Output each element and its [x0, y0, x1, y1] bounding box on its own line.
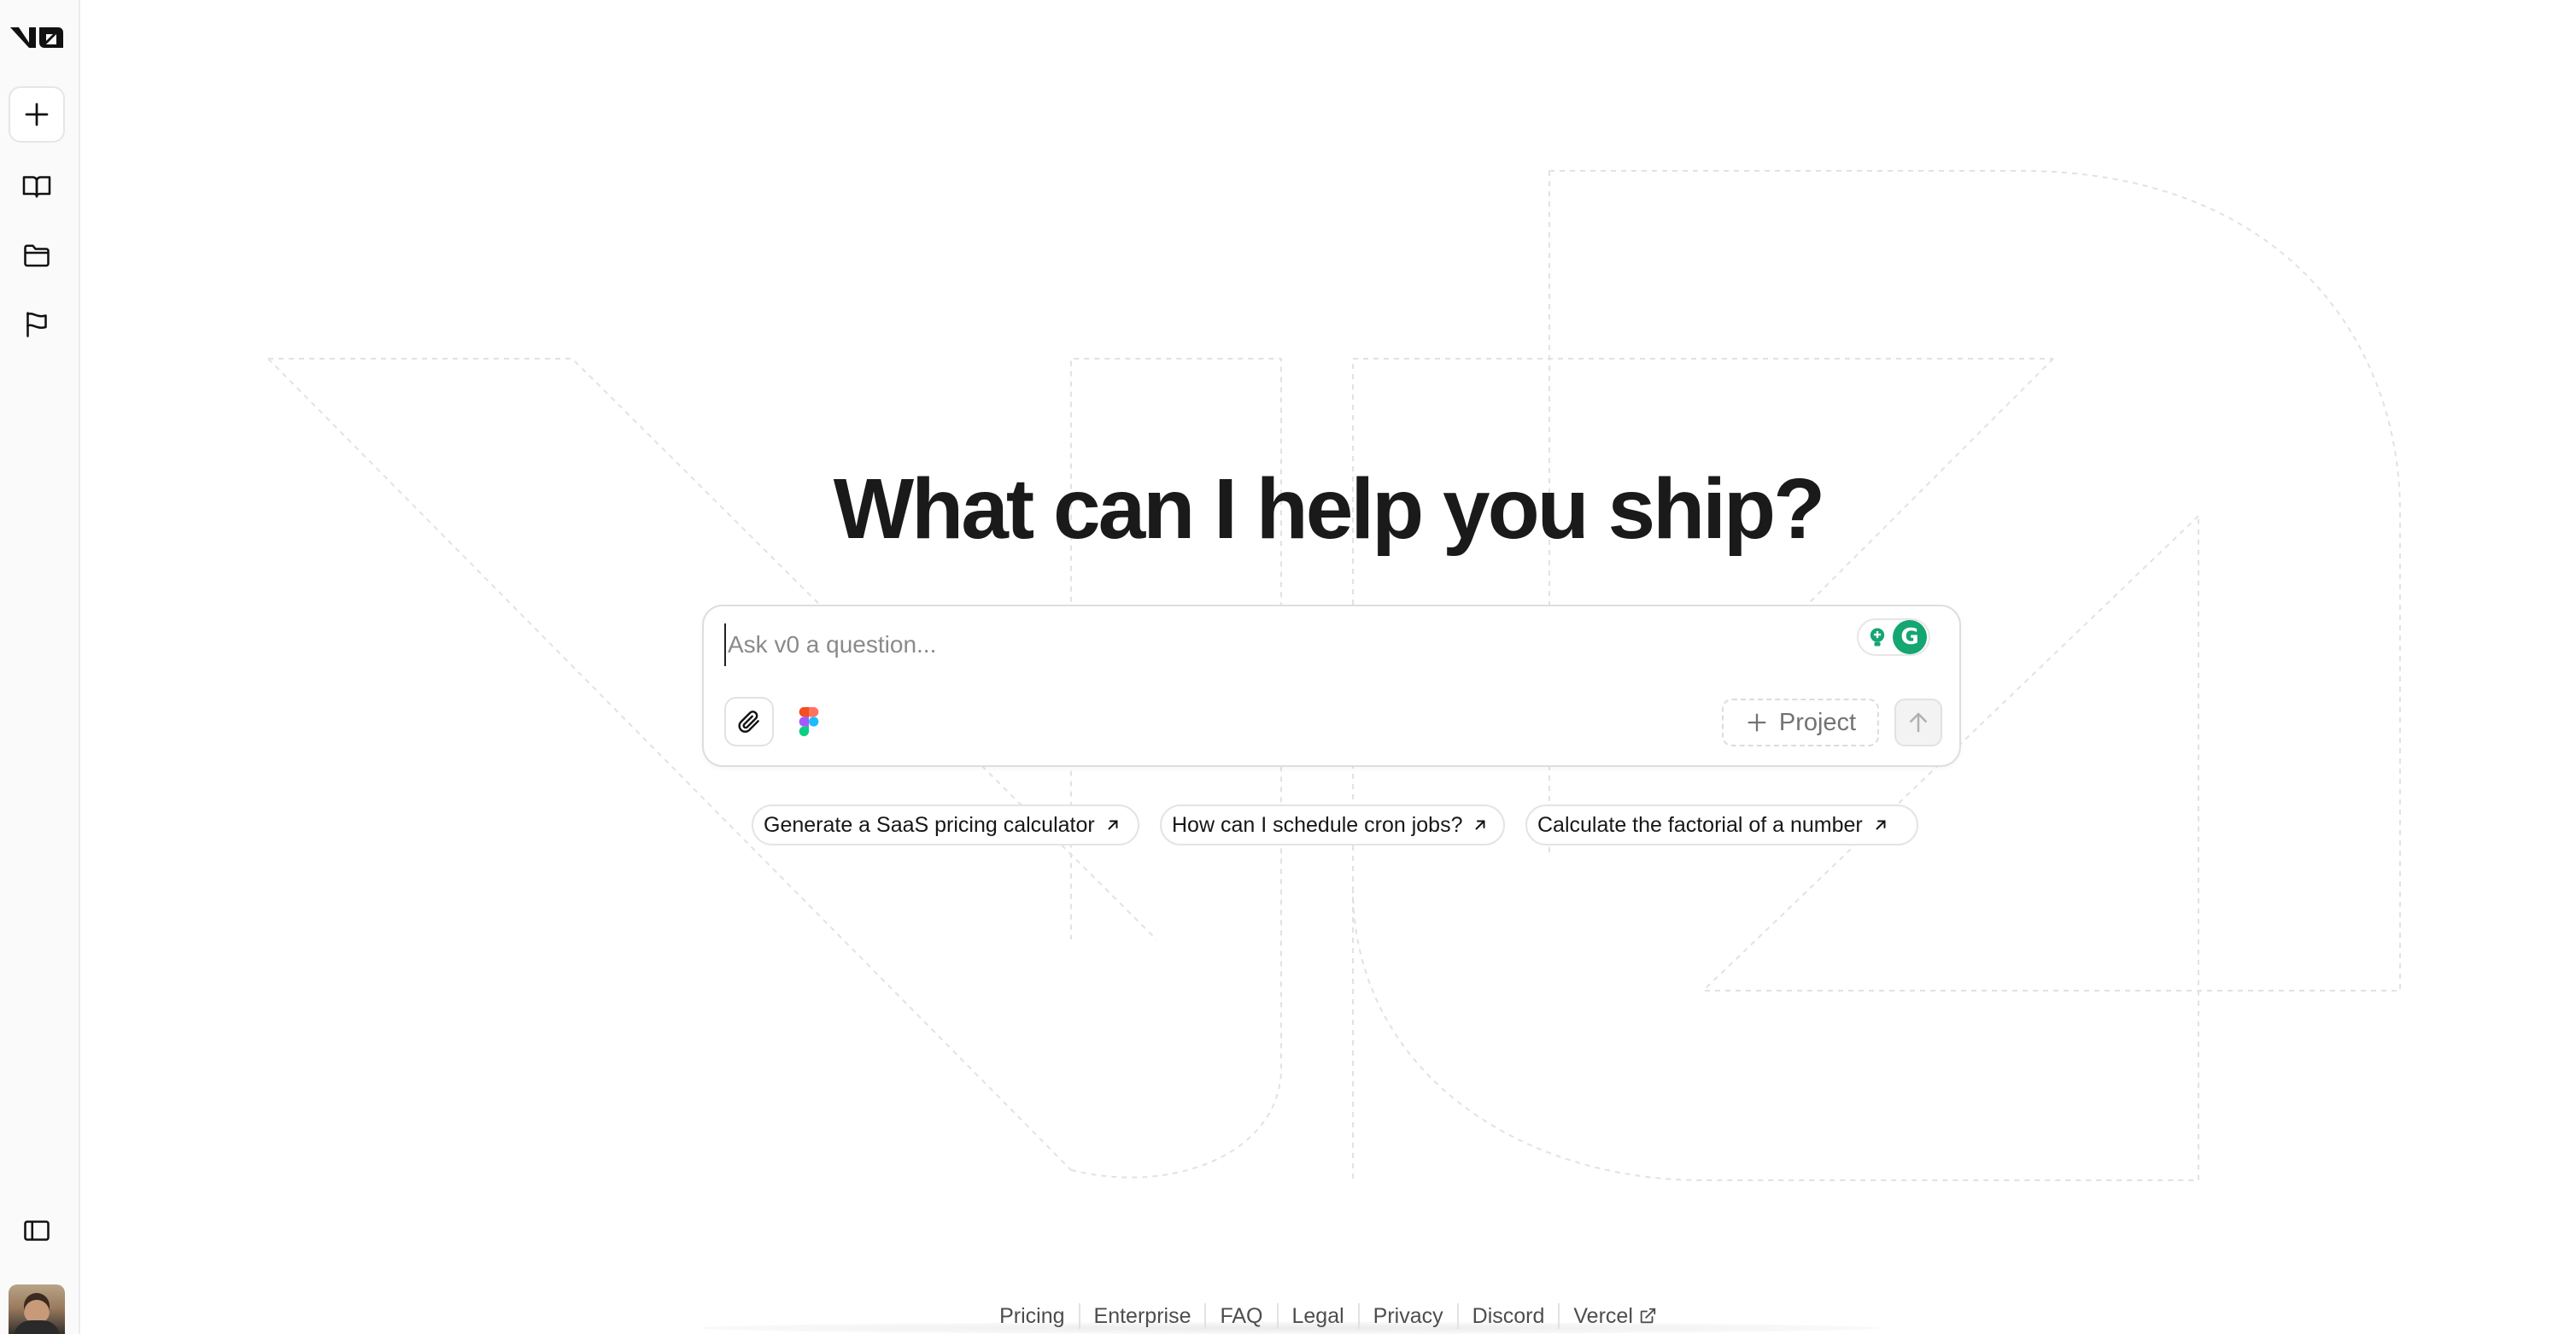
figma-import-button[interactable] [793, 705, 825, 738]
external-link-icon [1640, 1308, 1656, 1324]
library-button[interactable] [9, 158, 65, 214]
suggestion-label: How can I schedule cron jobs? [1172, 812, 1463, 837]
footer-link-privacy[interactable]: Privacy [1360, 1303, 1459, 1329]
footer-link-vercel-label: Vercel [1573, 1304, 1633, 1328]
folder-icon [24, 244, 50, 267]
grammarly-icon: G [1893, 620, 1927, 654]
arrow-up-icon [1910, 712, 1927, 733]
suggestion-chip[interactable]: Calculate the factorial of a number [1525, 804, 1918, 845]
suggestion-chip[interactable]: Generate a SaaS pricing calculator [752, 804, 1139, 845]
footer-link-faq[interactable]: FAQ [1206, 1303, 1279, 1329]
new-chat-button[interactable] [9, 86, 65, 143]
panel-left-icon [24, 1220, 50, 1241]
suggestion-label: Generate a SaaS pricing calculator [764, 812, 1095, 837]
arrow-up-right-icon [1876, 820, 1886, 830]
add-project-button[interactable]: Project [1722, 699, 1879, 746]
feedback-button[interactable] [9, 296, 65, 353]
page-title: What can I help you ship? [833, 461, 1825, 557]
projects-button[interactable] [9, 227, 65, 284]
footer-link-pricing[interactable]: Pricing [986, 1303, 1080, 1329]
suggestion-chip[interactable]: How can I schedule cron jobs? [1160, 804, 1505, 845]
footer-link-discord[interactable]: Discord [1459, 1303, 1560, 1329]
prompt-input[interactable] [724, 623, 1835, 666]
grammarly-widget[interactable]: G [1857, 618, 1930, 656]
plus-icon [25, 102, 49, 126]
plus-icon [1748, 713, 1766, 732]
arrow-up-right-icon [1108, 820, 1118, 830]
suggestion-label: Calculate the factorial of a number [1537, 812, 1863, 837]
send-button[interactable] [1894, 699, 1942, 746]
arrow-up-right-icon [1475, 820, 1485, 830]
paperclip-icon [738, 711, 759, 733]
user-avatar[interactable] [9, 1284, 65, 1334]
footer-link-vercel[interactable]: Vercel [1560, 1303, 1670, 1329]
toggle-sidebar-button[interactable] [9, 1202, 65, 1259]
prompt-box: G Project [702, 605, 1961, 767]
sidebar [0, 0, 80, 1334]
footer-link-enterprise[interactable]: Enterprise [1080, 1303, 1207, 1329]
book-open-icon [22, 176, 51, 198]
footer: Pricing Enterprise FAQ Legal Privacy Dis… [80, 1298, 2576, 1334]
figma-icon [799, 707, 819, 736]
suggestion-list: Generate a SaaS pricing calculator How c… [0, 804, 2576, 845]
v0-logo[interactable] [9, 22, 65, 53]
footer-link-legal[interactable]: Legal [1279, 1303, 1360, 1329]
attach-button[interactable] [724, 697, 774, 746]
app-root: What can I help you ship? G [0, 0, 2576, 1334]
project-label: Project [1778, 708, 1857, 736]
lightbulb-icon [1870, 628, 1885, 647]
flag-icon [26, 312, 47, 337]
